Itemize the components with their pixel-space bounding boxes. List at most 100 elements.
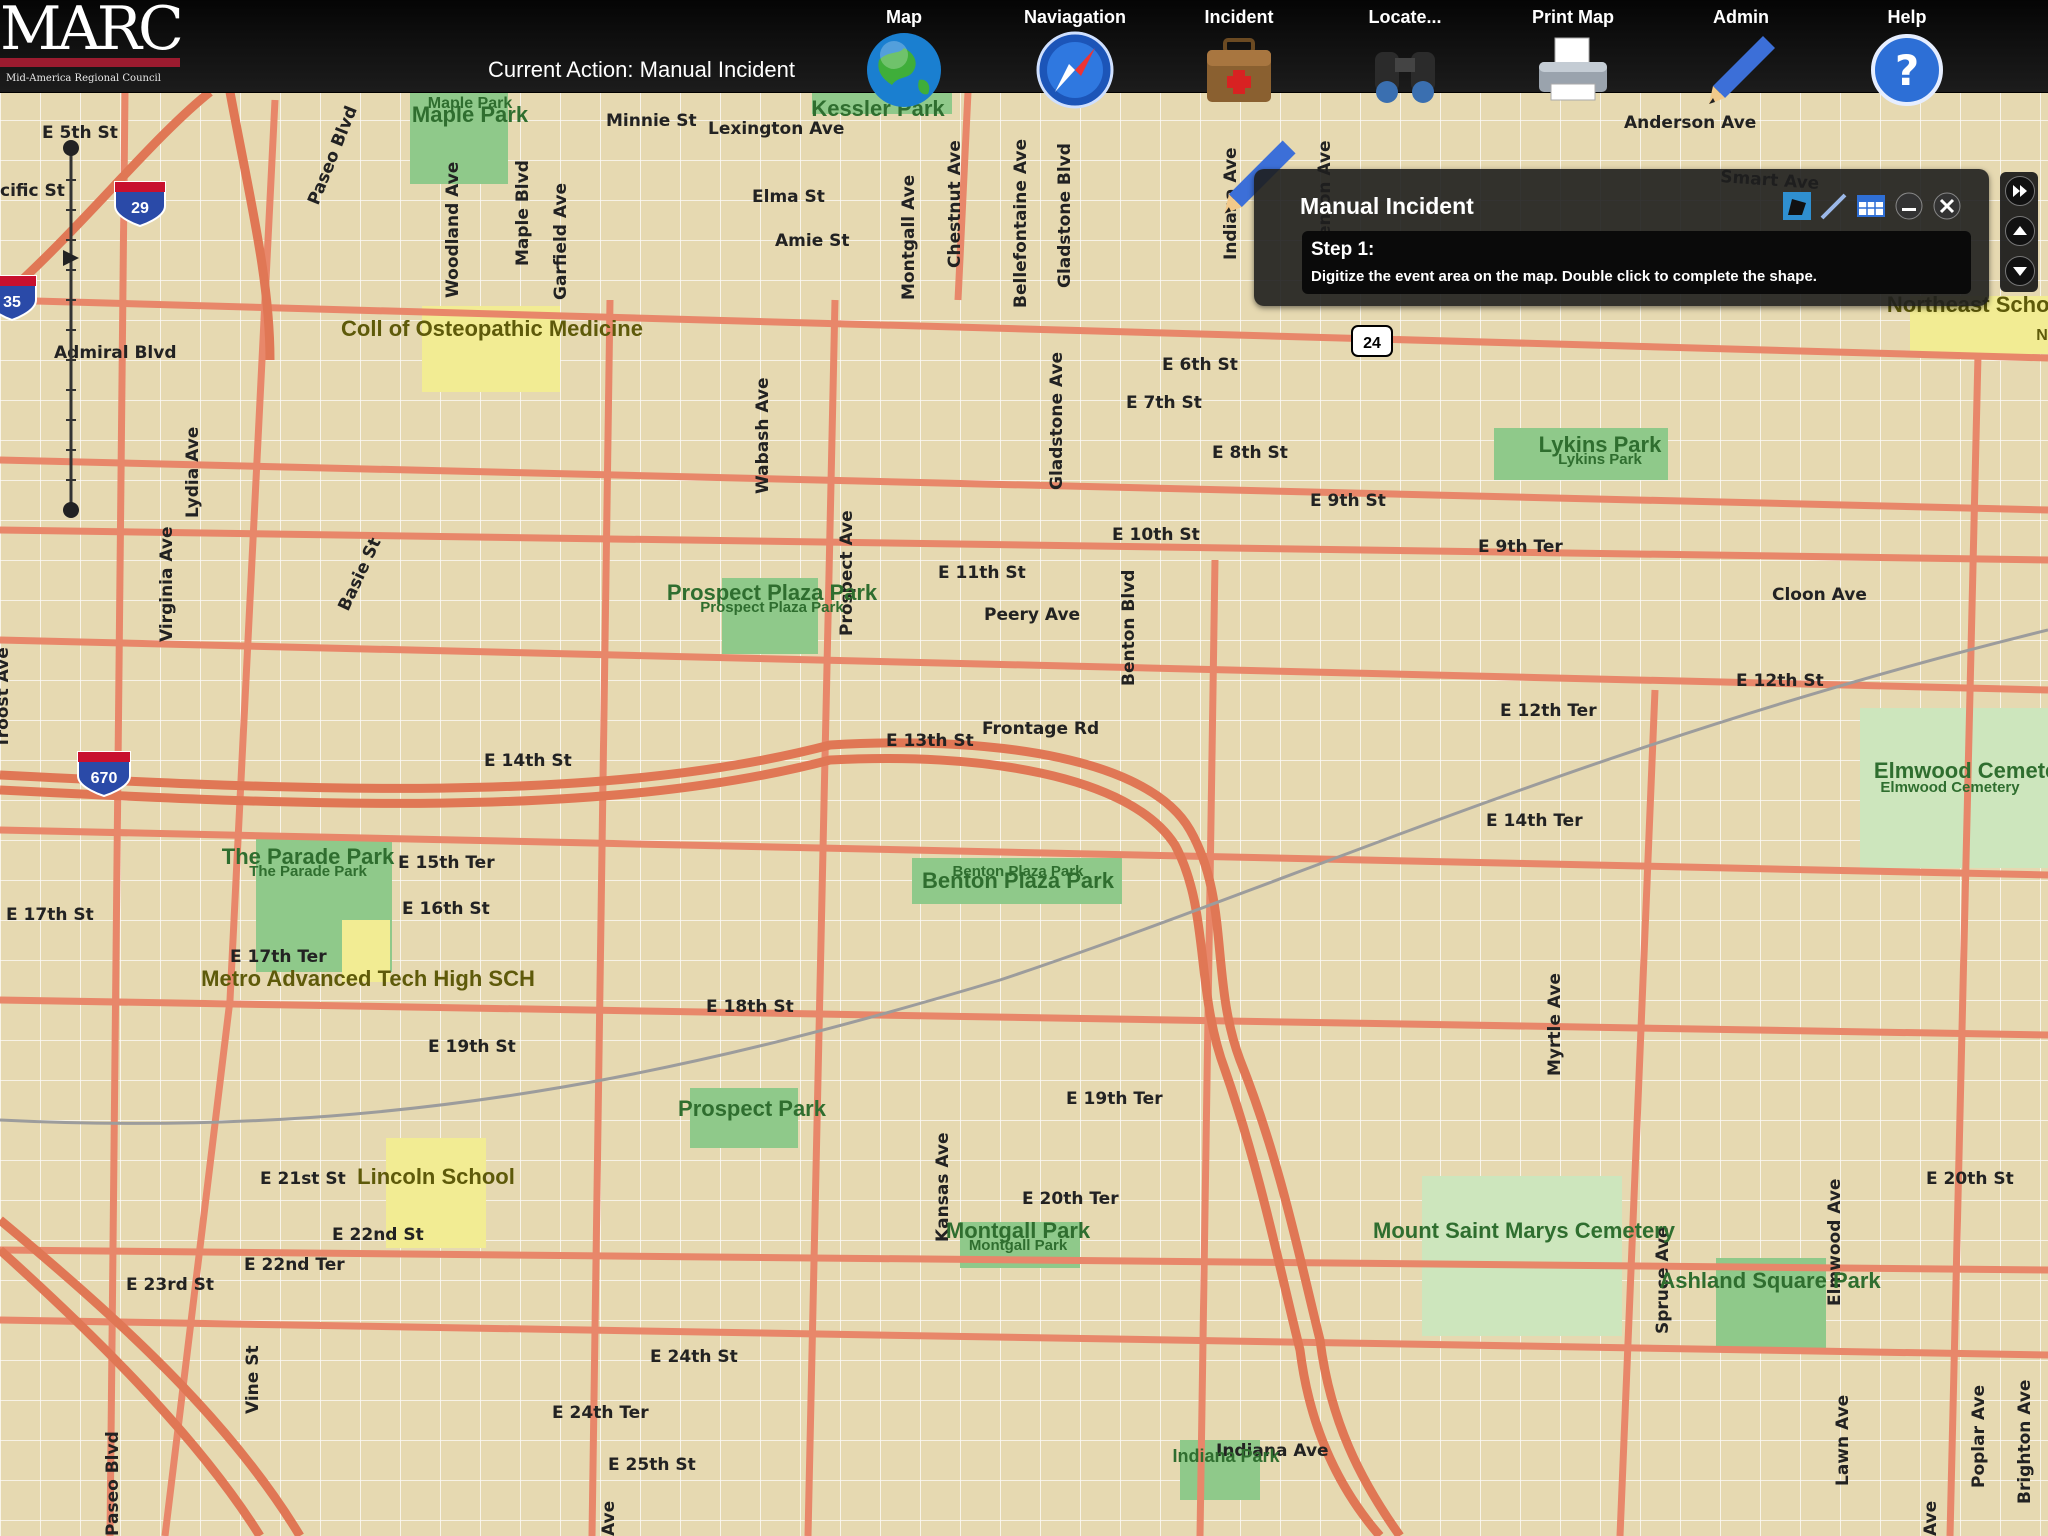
compass-icon xyxy=(1036,31,1114,109)
place-label: Coll of Osteopathic Medicine xyxy=(341,316,643,341)
place-label: Ashland Square Park xyxy=(1659,1268,1881,1293)
menu-label: Admin xyxy=(1713,7,1769,27)
street-label: E 24th Ter xyxy=(552,1403,649,1423)
street-label: Myrtle Ave xyxy=(1545,973,1565,1076)
step-title: Step 1: xyxy=(1311,239,1375,260)
street-label: Bellefontaine Ave xyxy=(1011,139,1031,308)
street-label: Prospect Ave xyxy=(837,510,857,636)
street-label: E 20th Ter xyxy=(1022,1189,1119,1209)
first-aid-kit-icon xyxy=(1207,38,1271,102)
place-label: Prospect Plaza Park xyxy=(700,599,844,616)
street-label: E 21st St xyxy=(260,1169,346,1189)
shield-label: 29 xyxy=(131,200,149,217)
street-label: Poplar Ave xyxy=(1969,1385,1989,1488)
street-label: Anderson Ave xyxy=(1624,113,1756,133)
printer-icon xyxy=(1539,37,1607,101)
menu-map-button[interactable]: Map xyxy=(839,0,969,107)
street-label: E 22nd St xyxy=(332,1225,424,1245)
street-label: Paseo Blvd xyxy=(103,1431,123,1536)
street-label: cific St xyxy=(0,181,65,201)
street-label: E 12th St xyxy=(1736,671,1824,691)
step-instructions: Digitize the event area on the map. Doub… xyxy=(1311,268,1817,285)
logo-red-bar xyxy=(0,58,180,67)
street-label: E 8th St xyxy=(1212,443,1288,463)
place-label: Lincoln School xyxy=(357,1164,515,1189)
street-label: Lexington Ave xyxy=(708,119,844,139)
street-label: E 12th Ter xyxy=(1500,701,1597,721)
place-label: Prospect Park xyxy=(678,1096,827,1121)
menu-label: Locate... xyxy=(1368,7,1442,27)
binoculars-icon xyxy=(1375,52,1435,103)
street-label: E 13th St xyxy=(886,731,974,751)
manual-incident-panel: Manual Incident Step 1: Digitize the eve… xyxy=(1254,169,1989,306)
place-label: Indiana Park xyxy=(1172,1446,1280,1466)
street-label: E 18th St xyxy=(706,997,794,1017)
shield-us24: 24 xyxy=(1351,325,1393,357)
pencil-icon xyxy=(1709,36,1775,104)
street-label: Ave xyxy=(1921,1501,1941,1536)
menu-incident-button[interactable]: Incident xyxy=(1174,0,1304,102)
street-label: Wabash Ave xyxy=(753,377,773,494)
zoom-slider[interactable] xyxy=(60,140,82,520)
street-label: Chestnut Ave xyxy=(945,140,965,268)
street-label: Troost Ave xyxy=(0,647,13,748)
street-label: E 9th St xyxy=(1310,491,1386,511)
street-label: Frontage Rd xyxy=(982,719,1099,739)
menu-navigation-button[interactable]: Naviagation xyxy=(1010,0,1140,109)
svg-text:?: ? xyxy=(1895,46,1919,95)
menu-admin-button[interactable]: Admin xyxy=(1676,0,1806,104)
street-label: E 11th St xyxy=(938,563,1026,583)
street-label: E 16th St xyxy=(402,899,490,919)
polygon-tool-icon[interactable] xyxy=(1782,191,1812,221)
menu-print-map-button[interactable]: Print Map xyxy=(1508,0,1638,101)
street-label: E 17th Ter xyxy=(230,947,327,967)
zoom-out-icon[interactable] xyxy=(63,502,79,518)
street-label: E 24th St xyxy=(650,1347,738,1367)
down-arrow-icon[interactable] xyxy=(2005,256,2035,286)
close-icon[interactable] xyxy=(1932,191,1962,221)
menu-label: Help xyxy=(1887,7,1927,27)
street-label: Garfield Ave xyxy=(551,183,571,300)
help-icon: ? xyxy=(1871,34,1943,106)
street-label: E 14th Ter xyxy=(1486,811,1583,831)
place-label: Elmwood Cemetery xyxy=(1880,779,2020,796)
street-label: E 15th Ter xyxy=(398,853,495,873)
minimize-icon[interactable] xyxy=(1894,191,1924,221)
zoom-in-icon[interactable] xyxy=(63,140,79,156)
step-box: Step 1: Digitize the event area on the m… xyxy=(1302,231,1971,294)
up-arrow-icon[interactable] xyxy=(2005,216,2035,246)
menu-help-button[interactable]: Help ? xyxy=(1842,0,1972,106)
line-tool-icon[interactable] xyxy=(1818,191,1848,221)
menu-label: Naviagation xyxy=(1023,7,1127,27)
fast-forward-icon[interactable] xyxy=(2005,176,2035,206)
place-label: N xyxy=(2036,327,2048,344)
shield-label: 670 xyxy=(91,770,118,787)
logo-subtitle: Mid-America Regional Council xyxy=(6,73,161,84)
street-label: E 25th St xyxy=(608,1455,696,1475)
menu-locate-button[interactable]: Locate... xyxy=(1340,0,1470,103)
place-label: Benton Plaza Park xyxy=(953,863,1085,880)
place-label: Metro Advanced Tech High SCH xyxy=(201,966,535,991)
street-label: Gladstone Ave xyxy=(1047,352,1067,490)
street-label: Brighton Ave xyxy=(2015,1380,2035,1504)
street-label: Lydia Ave xyxy=(183,427,203,518)
street-label: Gladstone Blvd xyxy=(1055,143,1075,288)
street-label: E 6th St xyxy=(1162,355,1238,375)
street-label: Amie St xyxy=(775,231,850,251)
street-label: Montgall Ave xyxy=(899,175,919,300)
street-label: Vine St xyxy=(243,1345,263,1414)
globe-icon xyxy=(867,33,941,107)
street-label: E 22nd Ter xyxy=(244,1255,345,1275)
street-label: E 19th Ter xyxy=(1066,1089,1163,1109)
top-toolbar: MARC Mid-America Regional Council Curren… xyxy=(0,0,2048,109)
table-icon[interactable] xyxy=(1856,191,1886,221)
street-label: E 14th St xyxy=(484,751,572,771)
panel-side-controls xyxy=(2000,172,2038,292)
street-label: Cloon Ave xyxy=(1772,585,1867,605)
shield-label: 24 xyxy=(1363,335,1381,352)
menu-label: Print Map xyxy=(1531,7,1614,27)
current-action-label: Current Action: Manual Incident xyxy=(488,57,795,82)
street-label: E 20th St xyxy=(1926,1169,2014,1189)
street-label: Maple Blvd xyxy=(513,160,533,266)
street-label: E 7th St xyxy=(1126,393,1202,413)
